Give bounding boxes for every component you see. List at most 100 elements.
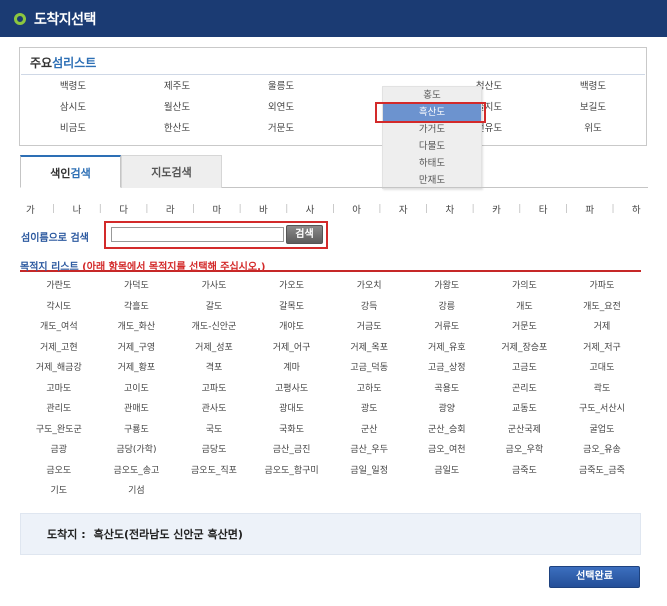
destination-item[interactable]: 거제_구영 — [98, 338, 176, 359]
search-button[interactable]: 검색 — [286, 225, 323, 244]
destination-item[interactable]: 금죽도_금죽 — [563, 461, 641, 482]
destination-item[interactable]: 금당도 — [175, 440, 253, 461]
destination-item[interactable]: 강득 — [330, 297, 408, 318]
destination-item[interactable]: 고마도 — [20, 379, 98, 400]
major-island-item[interactable]: 제주도 — [125, 76, 229, 97]
destination-item[interactable]: 개도 — [486, 297, 564, 318]
consonant-link[interactable]: 사 — [306, 202, 315, 216]
destination-item[interactable]: 가오치 — [330, 276, 408, 297]
destination-item[interactable]: 관리도 — [20, 399, 98, 420]
consonant-link[interactable]: 나 — [73, 202, 82, 216]
major-island-item[interactable]: 백령도 — [541, 76, 645, 97]
destination-item[interactable]: 구룡도 — [98, 420, 176, 441]
destination-item[interactable]: 가덕도 — [98, 276, 176, 297]
destination-item[interactable]: 관사도 — [175, 399, 253, 420]
destination-item[interactable]: 구도_서산시 — [563, 399, 641, 420]
confirm-selection-button[interactable]: 선택완료 — [549, 566, 640, 588]
destination-item[interactable]: 거제_옥포 — [330, 338, 408, 359]
destination-item[interactable]: 가의도 — [486, 276, 564, 297]
destination-item[interactable]: 계마 — [253, 358, 331, 379]
major-island-item[interactable]: 위도 — [541, 118, 645, 139]
destination-item[interactable]: 고파도 — [175, 379, 253, 400]
destination-item[interactable]: 고대도 — [563, 358, 641, 379]
major-island-item[interactable]: 보길도 — [541, 97, 645, 118]
destination-item[interactable]: 금오_여천 — [408, 440, 486, 461]
major-island-item[interactable]: 월산도 — [125, 97, 229, 118]
destination-item[interactable]: 광대도 — [253, 399, 331, 420]
destination-item[interactable]: 금오도_직포 — [175, 461, 253, 482]
destination-item[interactable]: 개도_화산 — [98, 317, 176, 338]
destination-item[interactable]: 곤리도 — [486, 379, 564, 400]
major-island-item[interactable]: 거문도 — [229, 118, 333, 139]
destination-item[interactable]: 거제_성포 — [175, 338, 253, 359]
destination-item[interactable]: 거제_해금강 — [20, 358, 98, 379]
major-island-item[interactable]: 울릉도 — [229, 76, 333, 97]
destination-item[interactable]: 금오도_송고 — [98, 461, 176, 482]
dropdown-option[interactable]: 흑산도 — [383, 104, 481, 121]
consonant-link[interactable]: 다 — [119, 202, 128, 216]
destination-item[interactable]: 가란도 — [20, 276, 98, 297]
destination-item[interactable]: 구도_완도군 — [20, 420, 98, 441]
destination-item[interactable]: 금오도 — [20, 461, 98, 482]
destination-item[interactable]: 고금_상정 — [408, 358, 486, 379]
destination-item[interactable]: 각시도 — [20, 297, 98, 318]
destination-item[interactable]: 개도_요전 — [563, 297, 641, 318]
destination-item[interactable]: 군산국제 — [486, 420, 564, 441]
destination-item[interactable]: 광양 — [408, 399, 486, 420]
destination-item[interactable]: 금오_유송 — [563, 440, 641, 461]
destination-item[interactable]: 굴업도 — [563, 420, 641, 441]
consonant-link[interactable]: 가 — [26, 202, 35, 216]
destination-item[interactable]: 개도_여석 — [20, 317, 98, 338]
destination-item[interactable]: 가사도 — [175, 276, 253, 297]
destination-item[interactable]: 금광 — [20, 440, 98, 461]
consonant-link[interactable]: 바 — [259, 202, 268, 216]
destination-item[interactable]: 금산_우두 — [330, 440, 408, 461]
destination-item[interactable]: 각흘도 — [98, 297, 176, 318]
destination-item[interactable]: 갈도 — [175, 297, 253, 318]
dropdown-option[interactable]: 다물도 — [383, 138, 481, 155]
destination-item[interactable]: 거금도 — [330, 317, 408, 338]
tab-index-search[interactable]: 색인검색 — [20, 155, 121, 188]
dropdown-option[interactable]: 홍도 — [383, 87, 481, 104]
destination-item[interactable]: 거문도 — [486, 317, 564, 338]
consonant-link[interactable]: 타 — [539, 202, 548, 216]
destination-item[interactable]: 가파도 — [563, 276, 641, 297]
destination-item[interactable]: 거제 — [563, 317, 641, 338]
destination-item[interactable]: 곽도 — [563, 379, 641, 400]
destination-item[interactable]: 격포 — [175, 358, 253, 379]
destination-item[interactable]: 개야도 — [253, 317, 331, 338]
destination-item[interactable]: 금산_금진 — [253, 440, 331, 461]
destination-item[interactable]: 국화도 — [253, 420, 331, 441]
destination-item[interactable]: 거제_유호 — [408, 338, 486, 359]
major-island-item[interactable]: 비금도 — [21, 118, 125, 139]
island-search-input[interactable] — [111, 227, 284, 242]
major-island-item[interactable]: 외연도 — [229, 97, 333, 118]
consonant-link[interactable]: 카 — [492, 202, 501, 216]
destination-item[interactable]: 고평사도 — [253, 379, 331, 400]
destination-item[interactable]: 거제_저구 — [563, 338, 641, 359]
consonant-link[interactable]: 마 — [212, 202, 221, 216]
destination-item[interactable]: 광도 — [330, 399, 408, 420]
destination-item[interactable]: 금일_일정 — [330, 461, 408, 482]
major-island-item[interactable]: 한산도 — [125, 118, 229, 139]
destination-item[interactable]: 금오도_함구미 — [253, 461, 331, 482]
destination-item[interactable]: 갈목도 — [253, 297, 331, 318]
destination-item[interactable]: 고금도 — [486, 358, 564, 379]
destination-item[interactable]: 거류도 — [408, 317, 486, 338]
destination-item[interactable]: 국도 — [175, 420, 253, 441]
destination-item[interactable]: 기섬 — [98, 481, 176, 502]
destination-item[interactable]: 기도 — [20, 481, 98, 502]
destination-item[interactable]: 고하도 — [330, 379, 408, 400]
destination-item[interactable]: 군산_승회 — [408, 420, 486, 441]
destination-item[interactable]: 가왕도 — [408, 276, 486, 297]
destination-item[interactable]: 거제_어구 — [253, 338, 331, 359]
destination-item[interactable]: 금당(가학) — [98, 440, 176, 461]
consonant-link[interactable]: 자 — [399, 202, 408, 216]
destination-item[interactable]: 교동도 — [486, 399, 564, 420]
destination-item[interactable]: 고금_덕동 — [330, 358, 408, 379]
destination-item[interactable]: 가오도 — [253, 276, 331, 297]
destination-item[interactable]: 금죽도 — [486, 461, 564, 482]
destination-item[interactable]: 관매도 — [98, 399, 176, 420]
destination-item[interactable]: 군산 — [330, 420, 408, 441]
destination-item[interactable]: 거제_장승포 — [486, 338, 564, 359]
